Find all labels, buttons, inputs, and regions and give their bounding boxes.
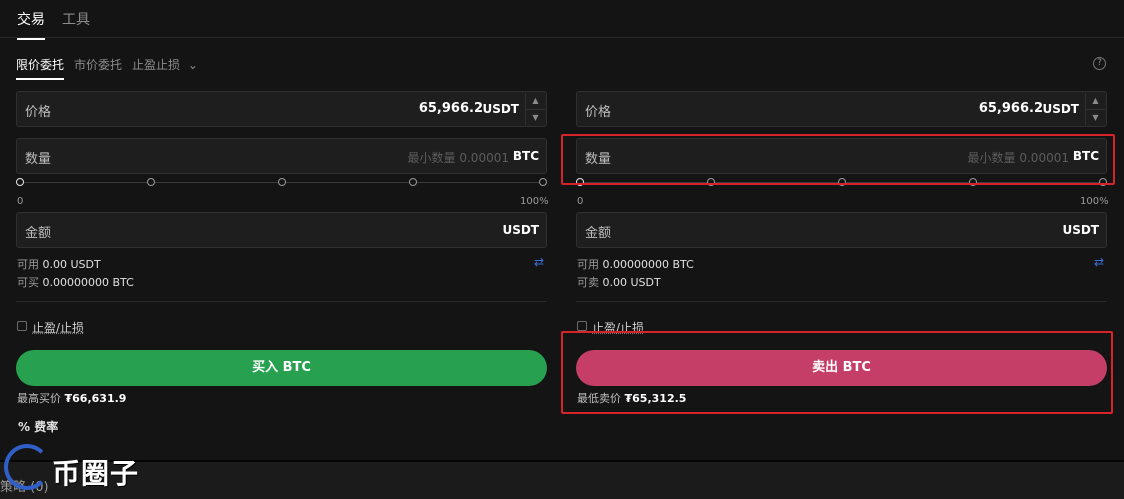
- buy-quantity-label: 数量: [25, 152, 52, 167]
- buy-quantity-field[interactable]: 数量 最小数量 0.00001 BTC: [16, 138, 547, 174]
- buy-tpsl-checkbox[interactable]: [17, 321, 27, 331]
- tab-tools[interactable]: 工具: [62, 9, 90, 29]
- sell-slider-max-label: 100%: [1080, 196, 1109, 207]
- buy-amount-unit: USDT: [502, 223, 539, 237]
- buy-max-info: 可买 0.00000000 BTC: [17, 274, 134, 290]
- slider-stop-100[interactable]: [539, 178, 547, 186]
- buy-price-unit: USDT: [482, 102, 519, 116]
- watermark: 币圈子: [2, 440, 152, 498]
- buy-price-field[interactable]: 价格 65,966.2 USDT ▲ ▼: [16, 91, 547, 127]
- stepper-up-icon[interactable]: ▲: [1086, 93, 1105, 109]
- sell-available-label: 可用: [577, 258, 599, 271]
- tab-market-order[interactable]: 市价委托: [74, 56, 122, 73]
- buy-amount-label: 金额: [25, 226, 52, 241]
- tab-trade[interactable]: 交易: [17, 9, 45, 40]
- sell-max-value: 0.00 USDT: [602, 276, 661, 289]
- buy-btc-button[interactable]: 买入 BTC: [16, 350, 547, 386]
- buy-best-price-value: ₮66,631.9: [64, 392, 127, 405]
- sell-max-label: 可卖: [577, 276, 599, 289]
- slider-stop-0[interactable]: [16, 178, 24, 186]
- buy-best-price-label: 最高买价: [17, 392, 61, 405]
- sell-available-info: 可用 0.00000000 BTC: [577, 256, 694, 272]
- sell-divider: [576, 301, 1107, 302]
- buy-slider-min-label: 0: [17, 196, 24, 207]
- slider-stop-25[interactable]: [147, 178, 155, 186]
- buy-amount-field[interactable]: 金额 USDT: [16, 212, 547, 248]
- sell-available-value: 0.00000000 BTC: [602, 258, 694, 271]
- sell-price-label: 价格: [585, 105, 612, 120]
- sell-price-value: 65,966.2: [978, 101, 1043, 116]
- sell-price-unit: USDT: [1042, 102, 1079, 116]
- sell-slider-min-label: 0: [577, 196, 584, 207]
- swap-icon[interactable]: ⇄: [1094, 255, 1104, 269]
- slider-stop-50[interactable]: [278, 178, 286, 186]
- slider-stop-75[interactable]: [409, 178, 417, 186]
- tab-tpsl-label: 止盈止损: [132, 58, 181, 72]
- buy-slider-max-label: 100%: [520, 196, 549, 207]
- sell-amount-label: 金额: [585, 226, 612, 241]
- buy-quantity-placeholder: 最小数量 0.00001: [407, 151, 509, 165]
- tab-tpsl-order[interactable]: 止盈止损 ⌄: [132, 56, 198, 73]
- bottom-tab-bar: 策略 (0): [0, 460, 1124, 499]
- sell-price-field[interactable]: 价格 65,966.2 USDT ▲ ▼: [576, 91, 1107, 127]
- buy-best-price: 最高买价 ₮66,631.9: [17, 390, 126, 406]
- sell-amount-unit: USDT: [1062, 223, 1099, 237]
- buy-price-value: 65,966.2: [418, 101, 483, 116]
- stepper-down-icon[interactable]: ▼: [1086, 109, 1105, 125]
- watermark-text: 币圈子: [52, 457, 140, 490]
- buy-percent-slider[interactable]: [16, 177, 551, 189]
- quantity-highlight-box: [561, 134, 1115, 185]
- buy-price-stepper: ▲ ▼: [525, 93, 545, 125]
- buy-max-label: 可买: [17, 276, 39, 289]
- swap-icon[interactable]: ⇄: [534, 255, 544, 269]
- buy-available-info: 可用 0.00 USDT: [17, 256, 101, 272]
- buy-quantity-unit: BTC: [512, 149, 539, 163]
- buy-max-value: 0.00000000 BTC: [42, 276, 134, 289]
- sell-max-info: 可卖 0.00 USDT: [577, 274, 661, 290]
- top-tab-bar: 交易 工具: [0, 0, 1124, 40]
- buy-divider: [16, 301, 547, 302]
- sell-tpsl-checkbox[interactable]: [577, 321, 587, 331]
- sell-price-stepper: ▲ ▼: [1085, 93, 1105, 125]
- chevron-down-icon: ⌄: [187, 58, 198, 72]
- stepper-down-icon[interactable]: ▼: [526, 109, 545, 125]
- sell-amount-field[interactable]: 金额 USDT: [576, 212, 1107, 248]
- buy-available-label: 可用: [17, 258, 39, 271]
- buy-price-label: 价格: [25, 105, 52, 120]
- stepper-up-icon[interactable]: ▲: [526, 93, 545, 109]
- sell-button-highlight-box: [561, 331, 1113, 414]
- help-icon[interactable]: ?: [1093, 57, 1106, 70]
- buy-tpsl-label[interactable]: 止盈/止损: [32, 319, 84, 336]
- tab-limit-order[interactable]: 限价委托: [16, 56, 65, 80]
- fee-rate-link[interactable]: % 费率: [18, 418, 58, 435]
- watermark-logo-icon: [4, 444, 50, 490]
- buy-available-value: 0.00 USDT: [42, 258, 101, 271]
